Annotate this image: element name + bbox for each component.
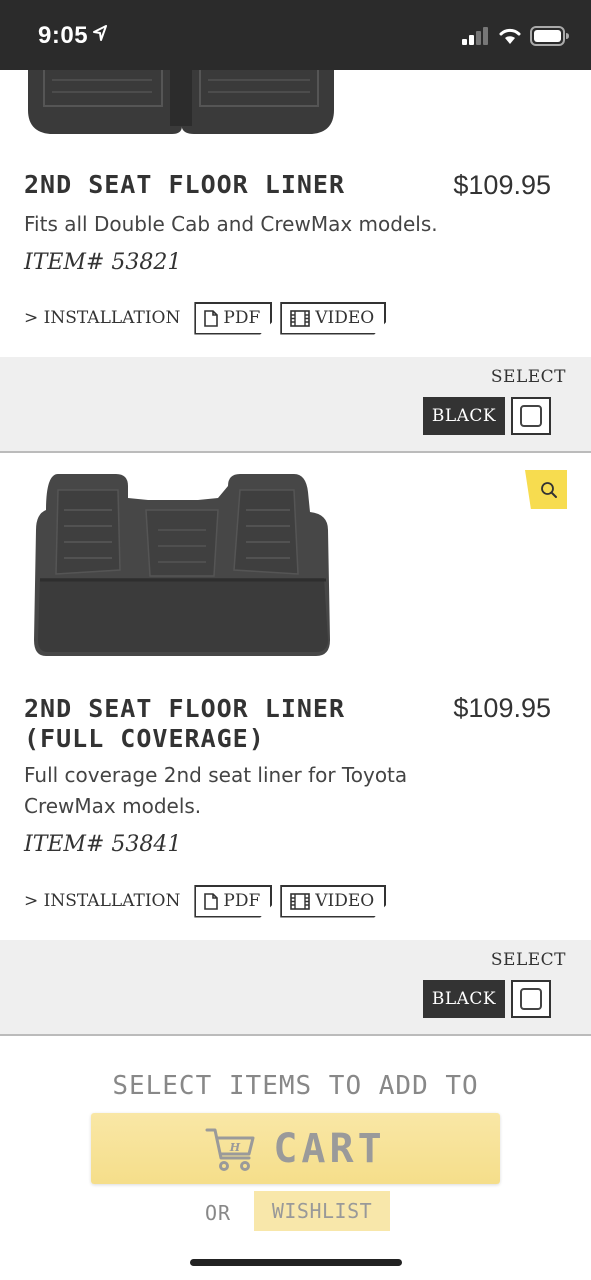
- color-option-black[interactable]: BLACK: [423, 397, 505, 435]
- select-checkbox[interactable]: [511, 397, 551, 435]
- product-image[interactable]: [22, 70, 342, 144]
- film-icon: [290, 893, 310, 910]
- variant-select-band: SELECT BLACK: [0, 940, 591, 1036]
- product-description: Full coverage 2nd seat liner for Toyota …: [24, 763, 408, 818]
- pdf-button[interactable]: PDF: [194, 885, 272, 918]
- magnifier-icon: [541, 481, 557, 498]
- cellular-signal-icon: [462, 27, 490, 49]
- add-to-cart-button[interactable]: H CART: [91, 1113, 500, 1184]
- film-icon: [290, 310, 310, 327]
- pdf-label: PDF: [223, 308, 261, 328]
- product-price: $109.95: [453, 693, 551, 723]
- pdf-label: PDF: [223, 891, 261, 911]
- document-icon: [204, 893, 218, 910]
- location-arrow-icon: [93, 24, 107, 46]
- item-number: ITEM# 53841: [24, 832, 182, 857]
- product-image[interactable]: [28, 470, 338, 664]
- installation-link[interactable]: > INSTALLATION: [24, 891, 180, 911]
- checkbox-square-icon: [520, 405, 542, 427]
- or-label: OR: [205, 1201, 232, 1225]
- zoom-button[interactable]: [525, 470, 567, 509]
- battery-icon: [530, 26, 570, 50]
- product-description: Fits all Double Cab and CrewMax models.: [24, 212, 438, 236]
- product-title: 2ND SEAT FLOOR LINER (FULL COVERAGE): [24, 694, 345, 754]
- svg-text:H: H: [229, 1141, 241, 1154]
- installation-links: > INSTALLATION PDF VIDEO: [24, 301, 394, 335]
- item-number: ITEM# 53821: [24, 250, 182, 275]
- cart-label: CART: [273, 1125, 386, 1172]
- video-label: VIDEO: [315, 891, 375, 911]
- select-label: SELECT: [490, 950, 566, 970]
- variant-select-band: SELECT BLACK: [0, 357, 591, 453]
- product-title: 2ND SEAT FLOOR LINER: [24, 170, 346, 199]
- color-option-black[interactable]: BLACK: [423, 980, 505, 1018]
- add-to-prompt: SELECT ITEMS TO ADD TO: [112, 1071, 479, 1101]
- home-indicator[interactable]: [190, 1259, 402, 1266]
- pdf-button[interactable]: PDF: [194, 302, 272, 335]
- document-icon: [204, 310, 218, 327]
- wifi-icon: [498, 25, 522, 49]
- status-bar: 9:05: [0, 0, 591, 70]
- select-label: SELECT: [490, 367, 566, 387]
- product-title-line: 2ND SEAT FLOOR LINER: [24, 694, 346, 723]
- installation-links: > INSTALLATION PDF VIDEO: [24, 884, 394, 918]
- select-checkbox[interactable]: [511, 980, 551, 1018]
- video-button[interactable]: VIDEO: [280, 302, 386, 335]
- checkbox-square-icon: [520, 988, 542, 1010]
- product-title-line: (FULL COVERAGE): [24, 724, 265, 753]
- product-price: $109.95: [453, 170, 551, 200]
- wishlist-button[interactable]: WISHLIST: [254, 1191, 390, 1231]
- status-time: 9:05: [38, 22, 89, 49]
- installation-link[interactable]: > INSTALLATION: [24, 308, 180, 328]
- video-button[interactable]: VIDEO: [280, 885, 386, 918]
- video-label: VIDEO: [315, 308, 375, 328]
- cart-icon: H: [205, 1128, 255, 1171]
